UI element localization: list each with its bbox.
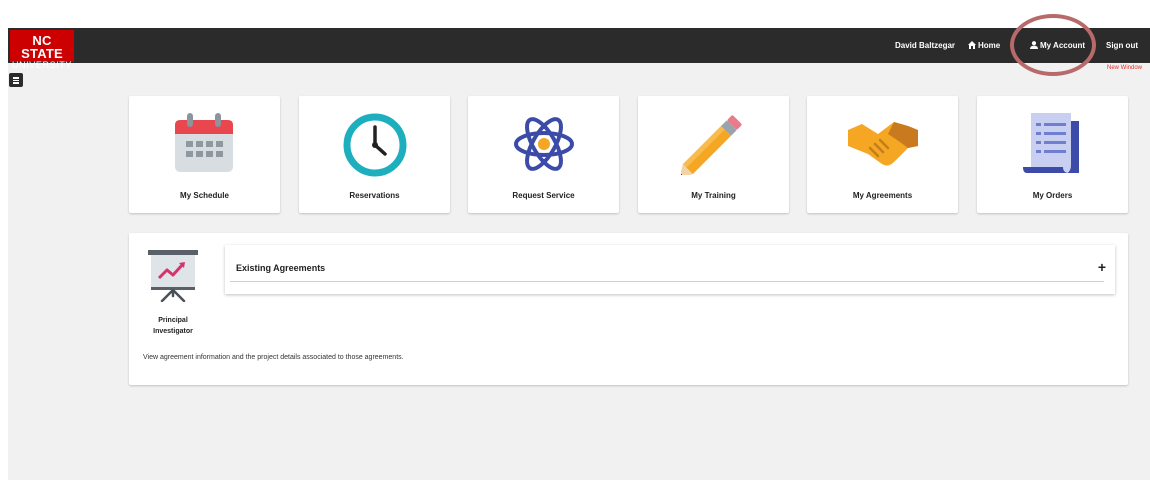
principal-investigator-panel: Principal Investigator Existing Agreemen… <box>129 233 1128 385</box>
tile-reservations[interactable]: Reservations <box>299 96 450 213</box>
expand-plus-icon[interactable]: + <box>1098 259 1106 275</box>
tile-label: My Training <box>691 191 736 200</box>
accordion-title: Existing Agreements <box>236 263 326 273</box>
tile-my-schedule[interactable]: My Schedule <box>129 96 280 213</box>
tile-my-training[interactable]: My Training <box>638 96 789 213</box>
accordion-divider <box>230 281 1104 282</box>
presentation-chart-icon <box>148 250 198 302</box>
sign-out-link[interactable]: Sign out <box>1106 28 1138 63</box>
role-label: Principal Investigator <box>141 315 205 337</box>
home-link[interactable]: Home <box>968 28 1000 63</box>
app-shell: NC STATE UNIVERSITY David Baltzegar Home… <box>8 14 1150 480</box>
tile-label: My Orders <box>1032 191 1073 200</box>
role-label-line-1: Principal <box>158 317 188 324</box>
atom-icon <box>514 117 574 171</box>
panel-description: View agreement information and the proje… <box>143 354 404 361</box>
existing-agreements-accordion[interactable]: Existing Agreements + <box>225 245 1115 294</box>
calendar-icon <box>175 113 233 172</box>
menu-toggle-button[interactable] <box>9 73 23 87</box>
pencil-icon <box>681 115 742 175</box>
ncstate-logo[interactable]: NC STATE UNIVERSITY <box>10 30 74 70</box>
tile-my-orders[interactable]: My Orders <box>977 96 1128 213</box>
my-account-highlight-circle <box>1010 14 1096 76</box>
tile-label: My Agreements <box>852 191 913 200</box>
tile-label: Request Service <box>512 191 575 200</box>
role-label-line-2: Investigator <box>153 328 193 335</box>
logo-line-1: NC STATE <box>21 33 63 61</box>
clock-icon <box>343 113 407 177</box>
user-name: David Baltzegar <box>895 41 956 50</box>
new-window-link[interactable]: New Window <box>1107 65 1142 71</box>
tile-my-agreements[interactable]: My Agreements <box>807 96 958 213</box>
home-label: Home <box>978 41 1001 50</box>
tile-request-service[interactable]: Request Service <box>468 96 619 213</box>
logo-line-2: UNIVERSITY <box>11 60 72 70</box>
top-navigation-bar: NC STATE UNIVERSITY David Baltzegar Home… <box>8 14 1150 76</box>
document-icon <box>1023 113 1079 173</box>
tile-label: Reservations <box>349 191 400 200</box>
home-icon <box>968 41 976 49</box>
tile-label: My Schedule <box>180 191 229 200</box>
handshake-icon <box>848 122 918 166</box>
